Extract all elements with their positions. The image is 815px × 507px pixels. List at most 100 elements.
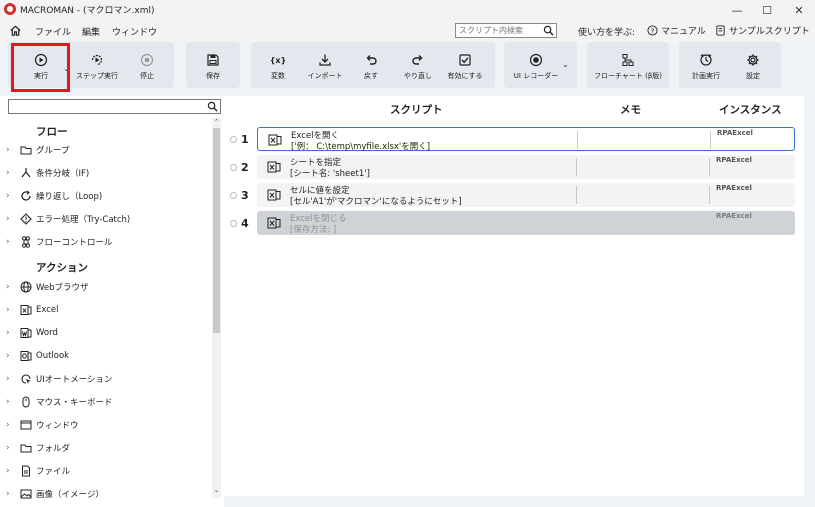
run-highlight-box xyxy=(11,43,70,92)
ui-recorder-dropdown-icon[interactable]: ⌄ xyxy=(562,60,569,69)
script-search[interactable] xyxy=(455,23,557,38)
tree-item-folder[interactable]: › フォルダ xyxy=(0,438,212,458)
flowchart-button[interactable]: フローチャート (β版) xyxy=(593,45,663,85)
save-button[interactable]: 保存 xyxy=(191,45,235,85)
search-icon[interactable] xyxy=(207,101,218,112)
excel-icon xyxy=(20,305,32,315)
chevron-right-icon[interactable]: › xyxy=(0,466,12,476)
breakpoint-toggle[interactable] xyxy=(230,136,237,143)
tree-item-ui-automation[interactable]: › UIオートメーション xyxy=(0,369,212,389)
diamond-icon xyxy=(20,213,32,225)
manual-link[interactable]: ? マニュアル xyxy=(647,24,706,37)
excel-icon xyxy=(268,134,282,146)
tree-item-label: グループ xyxy=(36,146,70,156)
tree-item-label: Outlook xyxy=(36,351,70,361)
variable-button[interactable]: {x} 変数 xyxy=(256,45,300,85)
chevron-right-icon[interactable]: › xyxy=(0,351,12,361)
import-button[interactable]: インポート xyxy=(303,45,347,85)
breakpoint-toggle[interactable] xyxy=(230,192,237,199)
flowchart-label: フローチャート (β版) xyxy=(593,72,663,80)
instance-divider xyxy=(709,186,710,204)
step-card[interactable]: セルに値を設定 [セル'A1'が'マクロマン'になるようにセット] RPAExc… xyxy=(257,183,795,207)
chevron-right-icon[interactable]: › xyxy=(0,397,12,407)
row-number: 4 xyxy=(241,217,249,230)
tree-item-if[interactable]: › 条件分岐（IF) xyxy=(0,163,212,183)
window-title: MACROMAN - (マクロマン.xml) xyxy=(20,6,155,16)
search-icon[interactable] xyxy=(543,25,554,36)
script-search-input[interactable] xyxy=(456,24,541,37)
tree-item-outlook[interactable]: › Outlook xyxy=(0,346,212,366)
tree-item-loop[interactable]: › 繰り返し（Loop) xyxy=(0,186,212,206)
maximize-button[interactable]: ☐ xyxy=(752,0,782,20)
palette-scrollbar[interactable]: ⌃ ⌄ xyxy=(212,118,221,498)
chevron-right-icon[interactable]: › xyxy=(0,443,12,453)
ui-recorder-button[interactable]: UI レコーダー xyxy=(514,45,558,85)
column-header-instance: インスタンス xyxy=(719,104,782,116)
app-logo-icon xyxy=(4,3,16,15)
menu-file[interactable]: ファイル xyxy=(35,25,71,38)
minimize-button[interactable]: — xyxy=(722,0,752,20)
scrollbar-thumb[interactable] xyxy=(213,128,220,333)
tree-item-web-browser[interactable]: › Webブラウザ xyxy=(0,277,212,297)
home-icon[interactable] xyxy=(9,24,22,37)
chevron-right-icon[interactable]: › xyxy=(0,489,12,499)
learn-label: 使い方を学ぶ: xyxy=(578,28,636,38)
row-number: 3 xyxy=(241,189,249,202)
settings-label: 設定 xyxy=(746,72,760,80)
script-editor: スクリプト メモ インスタンス 1 Excelを開く ['例： C:\temp\… xyxy=(224,96,804,496)
chevron-right-icon[interactable]: › xyxy=(0,374,12,384)
chevron-right-icon[interactable]: › xyxy=(0,305,12,315)
enable-button[interactable]: 有効にする xyxy=(443,45,487,85)
settings-button[interactable]: 設定 xyxy=(731,45,775,85)
column-header-memo: メモ xyxy=(620,104,641,116)
breakpoint-toggle[interactable] xyxy=(230,220,237,227)
tree-item-excel[interactable]: › Excel xyxy=(0,300,212,320)
chevron-right-icon[interactable]: › xyxy=(0,328,12,338)
step-run-button[interactable]: ステップ実行 xyxy=(75,45,119,85)
script-row[interactable]: 1 Excelを開く ['例： C:\temp\myfile.xlsx'を開く]… xyxy=(224,127,804,153)
script-row[interactable]: 3 セルに値を設定 [セル'A1'が'マクロマン'になるようにセット] RPAE… xyxy=(224,183,804,209)
undo-button[interactable]: 戻す xyxy=(349,45,393,85)
chevron-right-icon[interactable]: › xyxy=(0,214,12,224)
breakpoint-toggle[interactable] xyxy=(230,164,237,171)
script-row[interactable]: 2 シートを指定 [シート名: 'sheet1'] RPAExcel xyxy=(224,155,804,181)
schedule-button[interactable]: 計画実行 xyxy=(684,45,728,85)
tree-item-try-catch[interactable]: › エラー処理（Try-Catch) xyxy=(0,209,212,229)
stop-label: 停止 xyxy=(140,72,154,80)
save-icon xyxy=(207,54,219,66)
palette-search[interactable] xyxy=(8,99,221,114)
chevron-right-icon[interactable]: › xyxy=(0,191,12,201)
step-card[interactable]: Excelを開く ['例： C:\temp\myfile.xlsx'を開く] R… xyxy=(257,127,795,152)
tree-item-mouse-keyboard[interactable]: › マウス・キーボード xyxy=(0,392,212,412)
stop-button[interactable]: 停止 xyxy=(125,45,169,85)
tree-item-flow-control[interactable]: › フローコントロール xyxy=(0,232,212,252)
tree-item-group[interactable]: › グループ xyxy=(0,140,212,160)
tree-item-label: ファイル xyxy=(36,467,71,477)
tree-item-label: Webブラウザ xyxy=(36,283,89,293)
tree-item-image[interactable]: › 画像（イメージ） xyxy=(0,484,212,504)
chevron-right-icon[interactable]: › xyxy=(0,420,12,430)
palette-search-input[interactable] xyxy=(9,100,204,113)
tree-item-word[interactable]: › Word xyxy=(0,323,212,343)
scroll-up-icon[interactable]: ⌃ xyxy=(212,118,221,126)
close-button[interactable]: ✕ xyxy=(784,0,814,20)
chevron-right-icon[interactable]: › xyxy=(0,282,12,292)
scroll-down-icon[interactable]: ⌄ xyxy=(212,486,221,494)
tree-item-file[interactable]: › ファイル xyxy=(0,461,212,481)
redo-button[interactable]: やり直し xyxy=(396,45,440,85)
menu-edit[interactable]: 編集 xyxy=(82,25,100,38)
script-row[interactable]: 4 Excelを閉じる [保存方法: ] RPAExcel xyxy=(224,211,804,237)
toolbar: 実行 ⌄ ステップ実行 停止 保存 {x} 変数 xyxy=(0,42,815,92)
instance-divider xyxy=(709,158,710,176)
tree-item-label: エラー処理（Try-Catch) xyxy=(36,215,131,225)
chevron-right-icon[interactable]: › xyxy=(0,237,12,247)
step-card[interactable]: Excelを閉じる [保存方法: ] RPAExcel xyxy=(257,211,795,235)
menu-window[interactable]: ウィンドウ xyxy=(112,25,157,38)
step-card[interactable]: シートを指定 [シート名: 'sheet1'] RPAExcel xyxy=(257,155,795,179)
tree-item-window[interactable]: › ウィンドウ xyxy=(0,415,212,435)
tree-item-label: フォルダ xyxy=(36,444,71,454)
chevron-right-icon[interactable]: › xyxy=(0,168,12,178)
chevron-right-icon[interactable]: › xyxy=(0,145,12,155)
samples-link[interactable]: サンプルスクリプト xyxy=(715,24,810,37)
cursor-icon xyxy=(21,374,31,384)
